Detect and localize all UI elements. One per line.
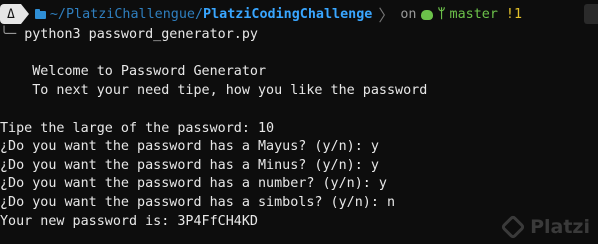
os-icon: Δ: [7, 6, 15, 22]
length-prompt-line: Tipe the large of the password: 10: [0, 121, 275, 136]
command-line[interactable]: ╰─ python3 password_generator.py: [0, 26, 258, 44]
on-label: on: [400, 6, 417, 22]
simbols-prompt-line: ¿Do you want the password has a simbols?…: [0, 195, 396, 210]
command-text: python3 password_generator.py: [24, 27, 258, 42]
path-parent: ~/PlatziChallengue/: [49, 6, 204, 22]
prompt-connector: ╰─: [0, 27, 25, 42]
chevron-right-icon: 〉: [378, 6, 395, 25]
git-status-badge: !1: [505, 6, 523, 22]
platzi-watermark: Platzi: [500, 214, 590, 240]
powerline-separator: [20, 4, 29, 24]
watermark-text: Platzi: [530, 216, 590, 238]
instructions-line: To next your need tipe, how you like the…: [0, 83, 428, 98]
shell-prompt: Δ ~/PlatziChallengue/ PlatziCodingChalle…: [0, 4, 598, 25]
welcome-line: Welcome to Password Generator: [0, 64, 267, 79]
git-branch-name: master: [449, 6, 498, 22]
platzi-logo-icon: [500, 214, 526, 240]
number-prompt-line: ¿Do you want the password has a number? …: [0, 176, 387, 191]
path-current: PlatziCodingChallenge: [203, 6, 373, 22]
right-prompt-segment: [584, 4, 598, 24]
folder-icon: [34, 9, 46, 19]
path-segment: ~/PlatziChallengue/ PlatziCodingChalleng…: [29, 4, 373, 24]
mayus-prompt-line: ¿Do you want the password has a Mayus? (…: [0, 139, 379, 154]
minus-prompt-line: ¿Do you want the password has a Minus? (…: [0, 158, 379, 173]
git-branch-icon: ᛘ: [437, 6, 446, 22]
os-segment: Δ: [0, 4, 21, 24]
github-icon: [421, 10, 434, 20]
result-line: Your new password is: 3P4FfCH4KD: [0, 214, 258, 229]
